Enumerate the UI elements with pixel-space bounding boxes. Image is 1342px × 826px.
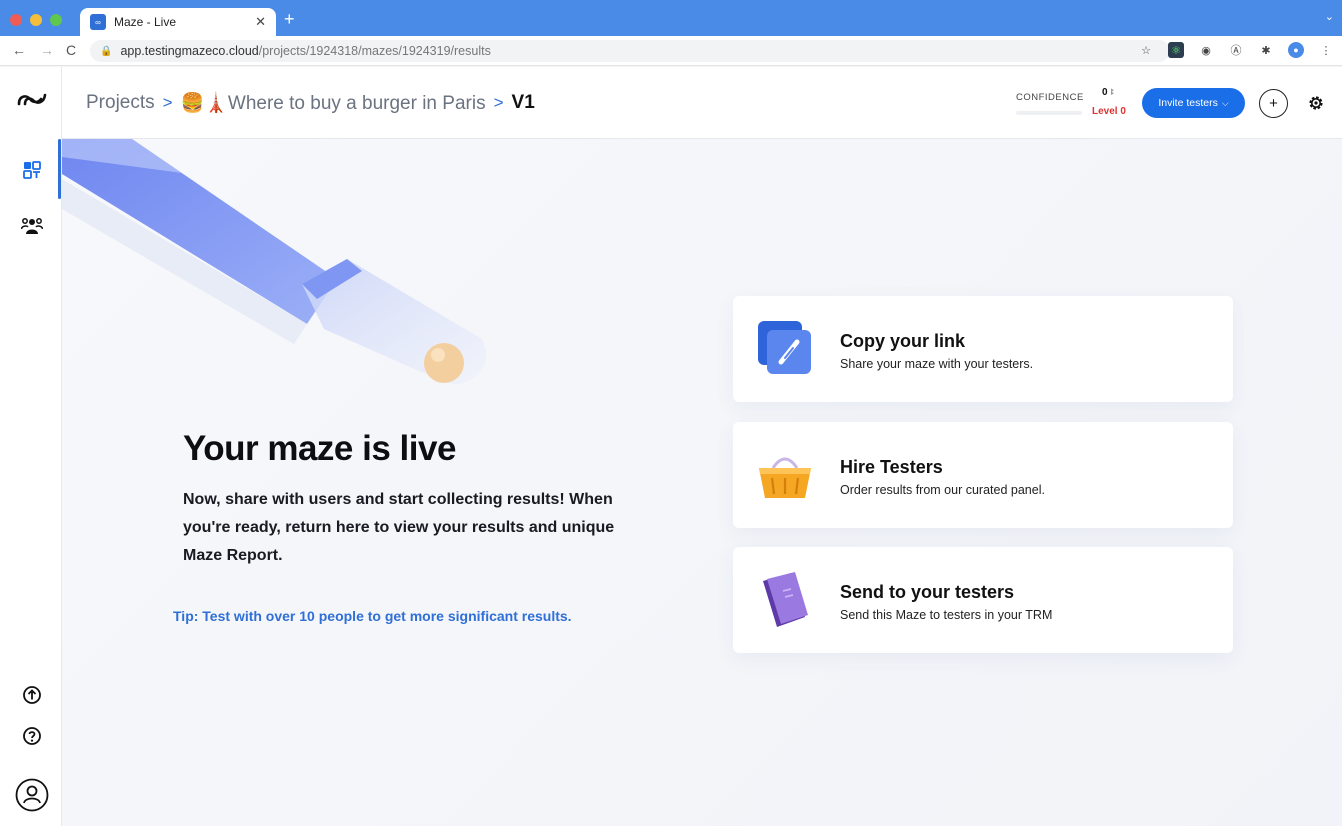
card-title: Copy your link — [840, 331, 966, 351]
invite-testers-button[interactable]: Invite testers ⌵ — [1142, 88, 1245, 118]
url-host: app.testingmazeco.cloud — [120, 44, 259, 58]
maze-favicon-icon: ∞ — [90, 14, 106, 30]
confidence-count-value: 0 — [1102, 87, 1108, 98]
sidebar-item-upgrade[interactable] — [19, 682, 45, 708]
back-icon[interactable]: ← — [12, 42, 26, 58]
breadcrumb-chevron-icon: > — [162, 93, 173, 112]
sidebar-item-help[interactable] — [19, 723, 45, 749]
hero-description: Now, share with users and start collecti… — [183, 491, 615, 564]
confidence-label: CONFIDENCE — [1016, 92, 1084, 103]
sidebar — [0, 67, 62, 826]
sidebar-active-indicator — [58, 139, 61, 199]
hero-tip: Tip: Test with over 10 people to get mor… — [173, 608, 572, 624]
url-input[interactable]: 🔒 app.testingmazeco.cloud/projects/19243… — [90, 40, 1170, 62]
settings-gear-icon[interactable] — [1306, 93, 1326, 113]
url-text: app.testingmazeco.cloud/projects/1924318… — [120, 44, 490, 58]
breadcrumb: Projects > 🍔🗼Where to buy a burger in Pa… — [86, 91, 535, 115]
hero-title: Your maze is live — [183, 429, 456, 468]
test-tube-illustration — [62, 139, 487, 384]
browser-tab-bar: ∞ Maze - Live ✕ + ⌄ — [0, 0, 1342, 36]
window-maximize-button[interactable] — [50, 14, 62, 26]
invite-testers-label: Invite testers — [1158, 97, 1218, 109]
browser-tab[interactable]: ∞ Maze - Live ✕ — [80, 8, 276, 36]
chevron-down-icon: ⌵ — [1221, 97, 1229, 108]
testers-icon: ꔪ — [1110, 87, 1115, 97]
breadcrumb-chevron-icon: > — [493, 93, 504, 112]
tab-title: Maze - Live — [114, 15, 177, 29]
main-content: Your maze is live Now, share with users … — [62, 139, 1342, 826]
bookmark-star-icon[interactable]: ☆ — [1138, 42, 1154, 58]
people-group-icon — [21, 218, 43, 234]
card-title: Hire Testers — [840, 457, 943, 477]
extension-react-icon[interactable]: ⚛ — [1168, 42, 1184, 58]
breadcrumb-current-version: V1 — [511, 92, 535, 113]
profile-avatar-icon[interactable]: ● — [1288, 42, 1304, 58]
extensions-puzzle-icon[interactable]: ✱ — [1258, 42, 1274, 58]
card-subtitle: Send this Maze to testers in your TRM — [840, 608, 1053, 622]
link-icon — [758, 321, 811, 374]
maze-logo-icon[interactable] — [16, 89, 48, 109]
sidebar-item-account[interactable] — [14, 777, 50, 813]
app-header: Projects > 🍔🗼Where to buy a burger in Pa… — [62, 67, 1342, 139]
reload-icon[interactable]: C — [66, 42, 76, 58]
card-subtitle: Order results from our curated panel. — [840, 483, 1045, 497]
card-subtitle: Share your maze with your testers. — [840, 357, 1034, 371]
basket-icon — [759, 457, 811, 498]
confidence-count: 0 ꔪ — [1102, 87, 1115, 98]
browser-menu-icon[interactable]: ⋮ — [1318, 42, 1334, 58]
arrow-up-circle-icon — [23, 686, 41, 704]
breadcrumb-projects-link[interactable]: Projects — [86, 92, 155, 114]
lock-icon: 🔒 — [100, 45, 113, 57]
extension-search-icon[interactable]: ◉ — [1198, 42, 1214, 58]
breadcrumb-project-link[interactable]: 🍔🗼Where to buy a burger in Paris — [181, 91, 486, 115]
sidebar-item-dashboard[interactable] — [19, 157, 45, 183]
user-avatar-icon — [15, 778, 49, 812]
forward-icon[interactable]: → — [40, 42, 54, 58]
card-title: Send to your testers — [840, 582, 1015, 602]
notebook-icon — [763, 572, 808, 627]
sidebar-item-testers[interactable] — [19, 213, 45, 239]
confidence-level: Level 0 — [1092, 106, 1126, 117]
confidence-meter[interactable]: CONFIDENCE 0 ꔪ Level 0 — [1016, 87, 1128, 117]
window-minimize-button[interactable] — [30, 14, 42, 26]
plus-icon: + — [1269, 95, 1278, 112]
add-button[interactable]: + — [1259, 89, 1288, 118]
extension-icons: ☆ ⚛ ◉ Ⓐ ✱ ● ⋮ — [1138, 42, 1334, 58]
hire-testers-card[interactable]: Hire Testers Order results from our cura… — [733, 422, 1233, 528]
tab-search-icon[interactable]: ⌄ — [1325, 10, 1334, 23]
browser-address-bar: ← → C 🔒 app.testingmazeco.cloud/projects… — [0, 36, 1342, 66]
tab-close-icon[interactable]: ✕ — [255, 14, 266, 30]
help-circle-icon — [23, 727, 41, 745]
extension-a-icon[interactable]: Ⓐ — [1228, 42, 1244, 58]
new-tab-icon[interactable]: + — [284, 9, 295, 30]
send-to-testers-card[interactable]: Send to your testers Send this Maze to t… — [733, 547, 1233, 653]
dashboard-grid-icon — [23, 161, 41, 179]
window-close-button[interactable] — [10, 14, 22, 26]
confidence-progress-track — [1016, 111, 1082, 115]
copy-link-card[interactable]: Copy your link Share your maze with your… — [733, 296, 1233, 402]
url-path: /projects/1924318/mazes/1924319/results — [258, 44, 491, 58]
